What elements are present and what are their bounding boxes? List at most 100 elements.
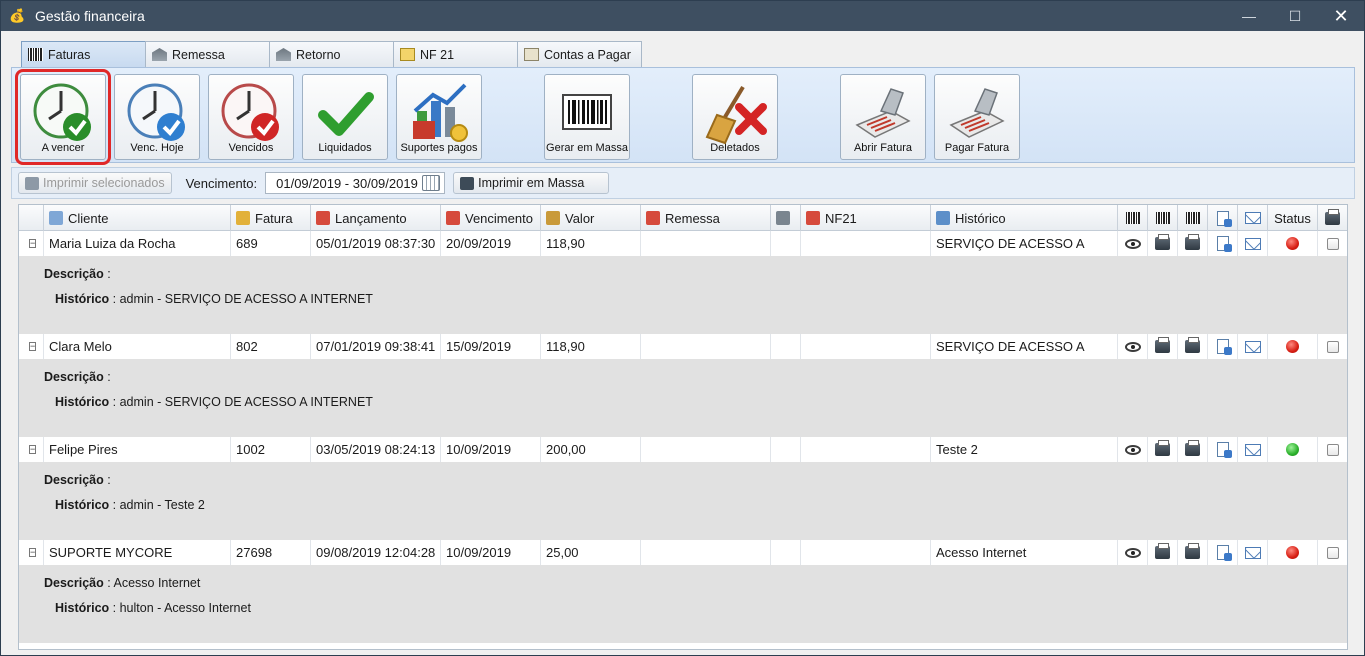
view-icon[interactable] xyxy=(1124,444,1141,455)
cell-print-1 xyxy=(1148,437,1178,462)
grid-header: Cliente Fatura Lançamento Vencimento Val… xyxy=(19,205,1347,231)
imprimir-selecionados-button[interactable]: Imprimir selecionados xyxy=(18,172,172,194)
vencidos-button[interactable]: Vencidos xyxy=(208,74,294,160)
detail-historico: Histórico : hulton - Acesso Internet xyxy=(44,593,1347,623)
row-expander[interactable]: − xyxy=(19,437,44,462)
header-historico[interactable]: Histórico xyxy=(931,205,1118,231)
cell-bank xyxy=(771,231,801,256)
header-bank[interactable] xyxy=(771,205,801,231)
mail-icon[interactable] xyxy=(1244,237,1261,250)
table-row[interactable]: − Felipe Pires 1002 03/05/2019 08:24:13 10/0… xyxy=(19,437,1347,462)
cell-print-1 xyxy=(1148,231,1178,256)
table-row[interactable]: − Clara Melo 802 07/01/2019 09:38:41 15/09/2… xyxy=(19,334,1347,359)
row-expander[interactable]: − xyxy=(19,334,44,359)
document-icon[interactable] xyxy=(1216,339,1232,355)
gerar-em-massa-button[interactable]: Gerar em Massa xyxy=(544,74,630,160)
a-vencer-button[interactable]: A vencer xyxy=(15,69,111,165)
table-row[interactable]: − SUPORTE MYCORE 27698 09/08/2019 12:04:28 1… xyxy=(19,540,1347,565)
print-icon[interactable] xyxy=(1185,337,1200,353)
view-icon[interactable] xyxy=(1124,341,1141,352)
mail-icon[interactable] xyxy=(1244,443,1261,456)
vencimento-date-range-input[interactable]: 01/09/2019 - 30/09/2019 xyxy=(265,172,446,194)
deletados-button[interactable]: Deletados xyxy=(692,74,778,160)
separator: : xyxy=(109,292,120,306)
descricao-label: Descrição xyxy=(44,267,104,281)
detail-historico: Histórico : admin - Teste 2 xyxy=(44,490,1347,520)
cell-doc xyxy=(1208,540,1238,565)
print-icon[interactable] xyxy=(1185,543,1200,559)
tab-nf21[interactable]: NF 21 xyxy=(393,41,518,67)
print-boleto-icon[interactable] xyxy=(1155,543,1170,559)
venc-hoje-button[interactable]: Venc. Hoje xyxy=(114,74,200,160)
cell-doc xyxy=(1208,231,1238,256)
imprimir-em-massa-button[interactable]: Imprimir em Massa xyxy=(453,172,610,194)
collapse-icon[interactable]: − xyxy=(29,239,37,248)
header-fatura[interactable]: Fatura xyxy=(231,205,311,231)
filter-bar: Imprimir selecionados Vencimento: 01/09/… xyxy=(11,167,1355,199)
header-label: Cliente xyxy=(68,210,109,226)
historico-value: admin - SERVIÇO DE ACESSO A INTERNET xyxy=(119,395,373,409)
header-barcode-2 xyxy=(1148,205,1178,231)
cell-remessa xyxy=(641,540,771,565)
printer-icon xyxy=(460,176,475,190)
document-icon[interactable] xyxy=(1216,236,1232,252)
print-icon[interactable] xyxy=(1185,440,1200,456)
header-cliente[interactable]: Cliente xyxy=(44,205,231,231)
mail-icon[interactable] xyxy=(1244,546,1261,559)
calendar-icon xyxy=(316,211,330,225)
cell-historico: SERVIÇO DE ACESSO A xyxy=(931,231,1118,256)
date-range-value: 01/09/2019 - 30/09/2019 xyxy=(276,175,418,191)
historico-label: Histórico xyxy=(55,292,110,306)
detail-descricao: Descrição : xyxy=(44,264,1347,284)
cell-remessa xyxy=(641,231,771,256)
header-status[interactable]: Status xyxy=(1268,205,1318,231)
table-row[interactable]: − Maria Luiza da Rocha 689 05/01/2019 08:37… xyxy=(19,231,1347,256)
print-boleto-icon[interactable] xyxy=(1155,440,1170,456)
row-checkbox[interactable] xyxy=(1326,546,1339,559)
header-vencimento[interactable]: Vencimento xyxy=(441,205,541,231)
button-label: Imprimir em Massa xyxy=(478,176,585,190)
suportes-pagos-button[interactable]: Suportes pagos xyxy=(396,74,482,160)
header-lancamento[interactable]: Lançamento xyxy=(311,205,441,231)
maximize-button[interactable]: ☐ xyxy=(1272,1,1318,31)
tab-faturas[interactable]: Faturas xyxy=(21,41,146,67)
row-expander[interactable]: − xyxy=(19,231,44,256)
row-checkbox[interactable] xyxy=(1326,443,1339,456)
view-icon[interactable] xyxy=(1124,238,1141,249)
abrir-fatura-button[interactable]: Abrir Fatura xyxy=(840,74,926,160)
header-remessa[interactable]: Remessa xyxy=(641,205,771,231)
liquidados-button[interactable]: Liquidados xyxy=(302,74,388,160)
tab-remessa[interactable]: Remessa xyxy=(145,41,270,67)
header-nf21[interactable]: NF21 xyxy=(801,205,931,231)
main-toolbar: A vencer Venc. Hoje Vencidos Liquidados … xyxy=(11,67,1355,165)
row-checkbox[interactable] xyxy=(1326,340,1339,353)
row-detail: Descrição : Histórico : admin - SERVIÇO … xyxy=(19,256,1347,334)
tab-retorno[interactable]: Retorno xyxy=(269,41,394,67)
row-expander[interactable]: − xyxy=(19,540,44,565)
row-checkbox[interactable] xyxy=(1326,237,1339,250)
close-button[interactable]: ✕ xyxy=(1318,1,1364,31)
print-boleto-icon[interactable] xyxy=(1155,234,1170,250)
header-label: Vencimento xyxy=(465,210,533,226)
print-boleto-icon[interactable] xyxy=(1155,337,1170,353)
tab-contas-a-pagar[interactable]: Contas a Pagar xyxy=(517,41,642,67)
cell-view xyxy=(1118,334,1148,359)
cell-bank xyxy=(771,334,801,359)
print-icon[interactable] xyxy=(1185,234,1200,250)
grid-body: − Maria Luiza da Rocha 689 05/01/2019 08:37… xyxy=(19,231,1347,643)
mail-icon[interactable] xyxy=(1244,340,1261,353)
collapse-icon[interactable]: − xyxy=(29,342,37,351)
collapse-icon[interactable]: − xyxy=(29,445,37,454)
collapse-icon[interactable]: − xyxy=(29,548,37,557)
bank-icon xyxy=(152,48,167,61)
view-icon[interactable] xyxy=(1124,547,1141,558)
document-icon[interactable] xyxy=(1216,545,1232,561)
calendar-icon[interactable] xyxy=(422,175,441,191)
minimize-button[interactable]: — xyxy=(1226,1,1272,31)
status-indicator-icon xyxy=(1286,443,1299,456)
cell-print-2 xyxy=(1178,334,1208,359)
document-icon[interactable] xyxy=(1216,442,1232,458)
pagar-fatura-button[interactable]: Pagar Fatura xyxy=(934,74,1020,160)
cell-remessa xyxy=(641,437,771,462)
header-valor[interactable]: Valor xyxy=(541,205,641,231)
